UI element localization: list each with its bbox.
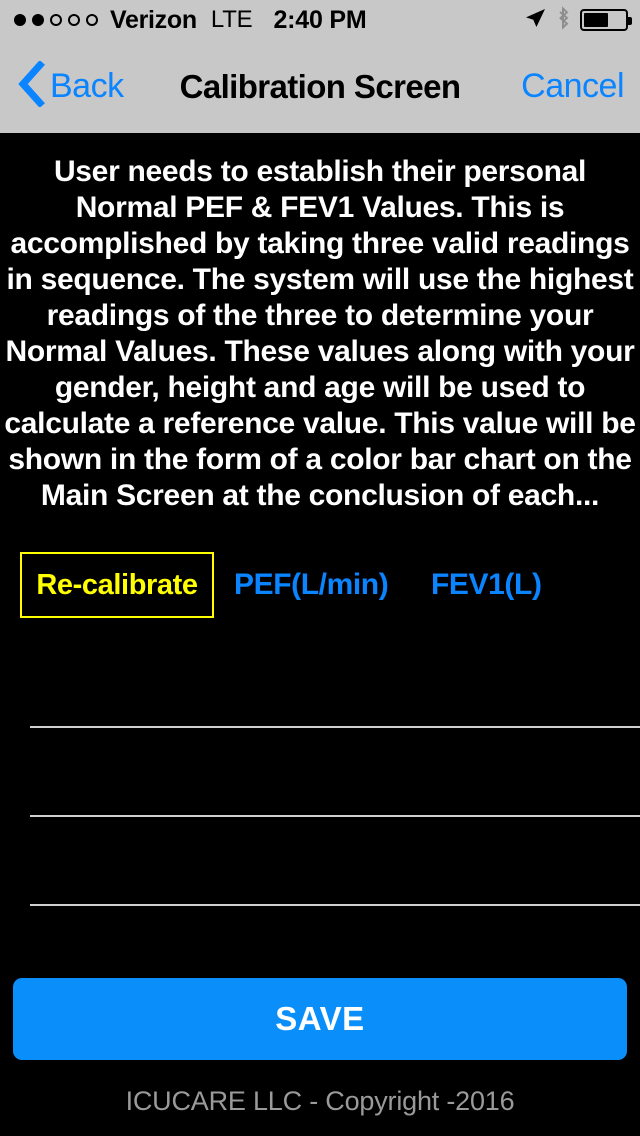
status-bar-right	[524, 0, 632, 40]
pef-column-header: PEF(L/min)	[234, 568, 389, 601]
calibration-controls-row: Re-calibrate PEF(L/min) FEV1(L)	[0, 552, 640, 620]
copyright-footer: ICUCARE LLC - Copyright -2016	[125, 1086, 515, 1116]
reading-input-3[interactable]	[30, 844, 640, 904]
navigation-bar: Back Calibration Screen Cancel	[0, 40, 640, 133]
status-bar: Verizon LTE 2:40 PM	[0, 0, 640, 40]
reading-input-2[interactable]	[30, 755, 640, 815]
calibration-description: User needs to establish their personal N…	[4, 155, 636, 512]
fev1-column-header: FEV1(L)	[431, 568, 542, 601]
main-content: User needs to establish their personal N…	[0, 133, 640, 1136]
battery-icon	[580, 9, 632, 31]
reading-row-divider-3	[30, 904, 640, 906]
cancel-button[interactable]: Cancel	[521, 67, 624, 106]
app-screen: Verizon LTE 2:40 PM Back Calibration Scr…	[0, 0, 640, 1136]
reading-input-1[interactable]	[30, 666, 640, 726]
bluetooth-icon	[555, 5, 571, 35]
save-button[interactable]: SAVE	[13, 978, 627, 1060]
reading-row-divider-1	[30, 726, 640, 728]
reading-row-divider-2	[30, 815, 640, 817]
location-arrow-icon	[524, 7, 546, 34]
re-calibrate-button[interactable]: Re-calibrate	[20, 552, 214, 618]
